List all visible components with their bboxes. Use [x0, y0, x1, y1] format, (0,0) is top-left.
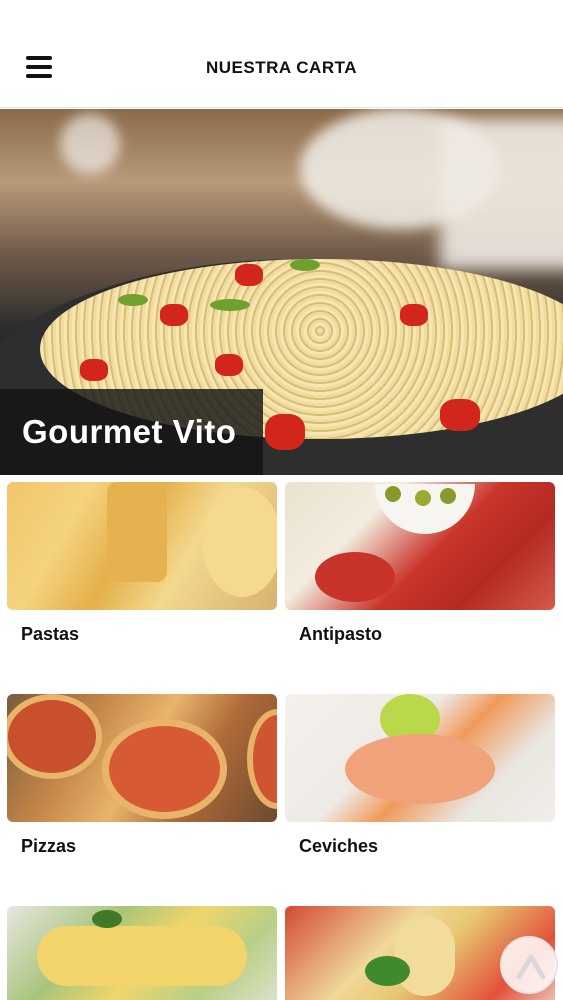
- hero-background-light: [440, 119, 563, 269]
- category-card-antipasto[interactable]: Antipasto: [285, 482, 555, 644]
- category-card-ceviches[interactable]: Ceviches: [285, 694, 555, 856]
- antipasto-image[interactable]: [285, 482, 555, 610]
- cannelloni-image[interactable]: [7, 906, 277, 1000]
- page-title: NUESTRA CARTA: [206, 58, 357, 77]
- tomato-decoration: [235, 264, 263, 286]
- chevron-up-icon: [516, 954, 546, 980]
- category-label: Ceviches: [299, 836, 379, 856]
- pizza-decoration: [247, 709, 277, 809]
- basil-decoration: [118, 294, 148, 306]
- tomato-decoration: [160, 304, 188, 326]
- hero-background-glare: [60, 114, 120, 174]
- category-card-pastas[interactable]: Pastas: [7, 482, 277, 644]
- basil-decoration: [365, 956, 410, 986]
- ceviches-image[interactable]: [285, 694, 555, 822]
- salami-decoration: [315, 552, 395, 602]
- basil-decoration: [92, 910, 122, 928]
- pastas-image[interactable]: [7, 482, 277, 610]
- category-card-cannelloni[interactable]: [7, 906, 277, 1000]
- cannelloni-sauce-decoration: [37, 926, 247, 986]
- tomato-decoration: [265, 414, 305, 450]
- tomato-decoration: [80, 359, 108, 381]
- category-label: Pizzas: [21, 836, 77, 856]
- app-header: NUESTRA CARTA: [0, 0, 563, 108]
- category-label: Pastas: [21, 624, 80, 644]
- pizza-decoration: [102, 719, 227, 819]
- ceviche-fish-decoration: [345, 734, 495, 804]
- category-card-pizzas[interactable]: Pizzas: [7, 694, 277, 856]
- hero-label-box: Gourmet Vito: [0, 389, 263, 475]
- hero-banner[interactable]: Gourmet Vito: [0, 109, 563, 475]
- tomato-decoration: [440, 399, 480, 431]
- olive-decoration: [385, 486, 401, 502]
- olive-decoration: [440, 488, 456, 504]
- spaghetti-bundle-decoration: [107, 482, 167, 582]
- scroll-to-top-button[interactable]: [500, 936, 558, 994]
- pizza-decoration: [7, 694, 102, 779]
- pizzas-image[interactable]: [7, 694, 277, 822]
- pasta-shells-decoration: [202, 487, 277, 597]
- hero-label: Gourmet Vito: [22, 413, 237, 450]
- basil-decoration: [210, 299, 250, 311]
- spaghetti-fork-decoration: [395, 916, 455, 996]
- olive-decoration: [415, 490, 431, 506]
- tomato-decoration: [215, 354, 243, 376]
- basil-decoration: [290, 259, 320, 271]
- tomato-decoration: [400, 304, 428, 326]
- category-label: Antipasto: [299, 624, 382, 644]
